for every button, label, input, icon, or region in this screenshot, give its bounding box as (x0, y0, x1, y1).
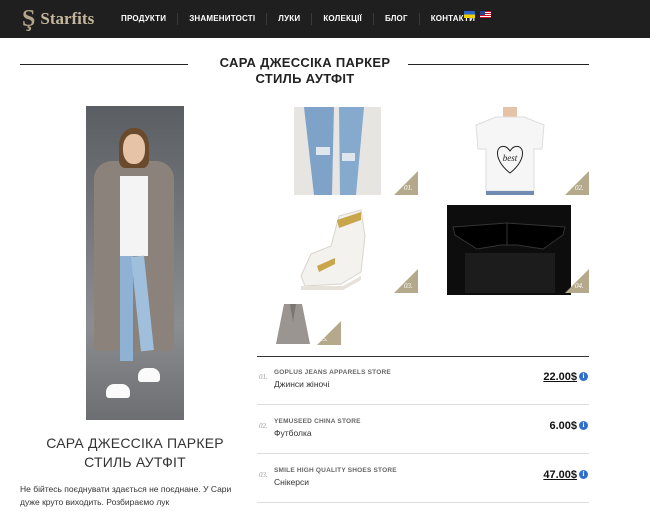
page-title-line1: САРА ДЖЕССІКА ПАРКЕР (219, 55, 391, 70)
nav-item-collections[interactable]: КОЛЕКЦІЇ (311, 13, 373, 25)
title-rule-right (408, 64, 589, 65)
product-item-name[interactable]: Снікерси (274, 477, 309, 487)
product-store-name[interactable]: SMILE HIGH QUALITY SHOES STORE (274, 467, 397, 474)
thumb-badge-num-01: 01. (404, 184, 413, 192)
product-thumb-sunglasses[interactable] (447, 205, 571, 295)
info-icon[interactable]: i (579, 470, 588, 479)
language-switcher (464, 11, 491, 18)
product-store-name[interactable]: GOPLUS JEANS APPARELS STORE (274, 369, 391, 376)
top-header: Ş Starfits ПРОДУКТИ ЗНАМЕНИТОСТІ ЛУКИ КО… (0, 0, 650, 38)
thumb-badge-num-05: 05. (319, 335, 328, 343)
celebrity-photo[interactable] (86, 106, 184, 420)
main-nav: ПРОДУКТИ ЗНАМЕНИТОСТІ ЛУКИ КОЛЕКЦІЇ БЛОГ… (110, 0, 486, 38)
product-row-tshirt[interactable]: 02. YEMUSEED CHINA STORE Футболка 6.00$ … (257, 406, 589, 454)
site-logo[interactable]: Ş Starfits (22, 5, 94, 33)
logo-text: Starfits (40, 9, 95, 28)
title-rule-left (20, 64, 188, 65)
product-price[interactable]: 22.00$ (543, 371, 577, 383)
product-thumb-jeans[interactable] (294, 107, 381, 195)
product-item-name[interactable]: Футболка (274, 428, 312, 438)
logo-mark: Ş (22, 6, 36, 32)
tshirt-image: best (475, 107, 545, 195)
product-thumb-tshirt[interactable]: best (470, 107, 550, 195)
thumb-badge-num-02: 02. (575, 184, 584, 192)
sneakers-image (300, 209, 366, 290)
nav-item-celebrities[interactable]: ЗНАМЕНИТОСТІ (177, 13, 266, 25)
page-title-line2: СТИЛЬ АУТФІТ (255, 71, 355, 86)
us-flag-icon[interactable] (480, 11, 491, 18)
photo-jeans-left (120, 256, 133, 361)
product-price[interactable]: 47.00$ (543, 469, 577, 481)
jeans-image (304, 107, 364, 195)
info-icon[interactable]: i (579, 421, 588, 430)
thumb-badge-num-04: 04. (575, 282, 584, 290)
product-row-num: 03. (259, 471, 268, 479)
nav-item-products[interactable]: ПРОДУКТИ (110, 13, 177, 25)
nav-item-looks[interactable]: ЛУКИ (266, 13, 311, 25)
photo-shoe-right (138, 368, 160, 382)
ua-flag-icon[interactable] (464, 11, 475, 18)
page-title: САРА ДЖЕССІКА ПАРКЕР СТИЛЬ АУТФІТ (195, 55, 415, 87)
look-caption-text: Не бійтесь поєднувати здається не поєдна… (20, 484, 232, 507)
thumb-badge-num-03: 03. (404, 282, 413, 290)
product-thumb-sneakers[interactable] (281, 206, 397, 294)
product-item-name[interactable]: Джинси жіночі (274, 379, 329, 389)
product-thumb-coat[interactable] (270, 302, 317, 347)
look-caption-title: САРА ДЖЕССІКА ПАРКЕР СТИЛЬ АУТФІТ (46, 435, 224, 470)
product-row-num: 01. (259, 373, 268, 381)
photo-shirt (120, 176, 148, 256)
info-icon[interactable]: i (579, 372, 588, 381)
tshirt-print-text: best (503, 153, 518, 163)
nav-item-blog[interactable]: БЛОГ (372, 13, 419, 25)
product-row-sneakers[interactable]: 03. SMILE HIGH QUALITY SHOES STORE Сніке… (257, 455, 589, 503)
sunglasses-image (452, 222, 566, 293)
product-row-num: 02. (259, 422, 268, 430)
coat-image (276, 304, 310, 344)
photo-head (123, 134, 145, 164)
product-store-name[interactable]: YEMUSEED CHINA STORE (274, 418, 361, 425)
photo-shoe-left (106, 384, 130, 398)
product-price[interactable]: 6.00$ (549, 420, 577, 432)
product-row-jeans[interactable]: 01. GOPLUS JEANS APPARELS STORE Джинси ж… (257, 357, 589, 405)
